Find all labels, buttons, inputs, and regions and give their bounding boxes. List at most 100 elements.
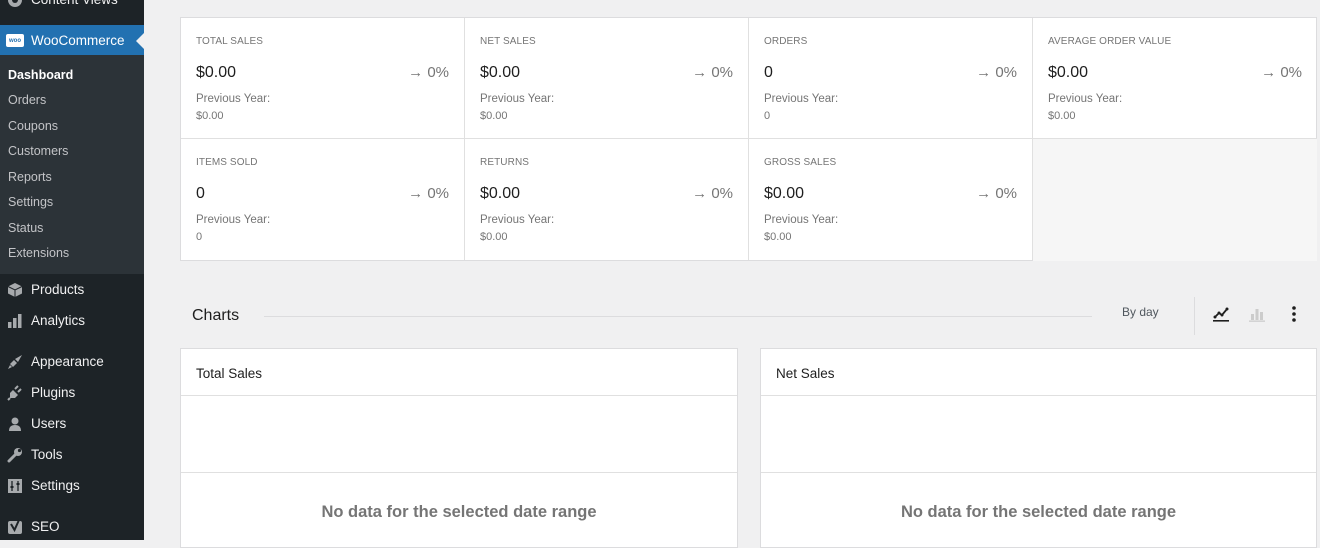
sidebar-item-label: Analytics <box>31 313 86 328</box>
stat-prev-value: $0.00 <box>480 231 508 243</box>
sidebar-item-label: Content Views <box>31 0 118 7</box>
stat-prev-label: Previous Year: <box>764 93 839 105</box>
sliders-icon <box>6 477 24 495</box>
wrench-icon <box>6 446 24 464</box>
box-icon <box>6 281 24 299</box>
chart-panel-total-sales: Total Sales No data for the selected dat… <box>180 348 738 548</box>
stat-prev-value: $0.00 <box>1048 110 1076 122</box>
sidebar-item-settings[interactable]: Settings <box>0 470 144 501</box>
submenu-item-reports[interactable]: Reports <box>8 170 52 184</box>
stat-value: 0 <box>764 64 773 81</box>
submenu-item-status[interactable]: Status <box>8 221 43 235</box>
section-divider <box>264 316 1092 317</box>
stat-value: $0.00 <box>480 185 521 202</box>
stat-label: ORDERS <box>764 36 808 47</box>
divider <box>761 472 1316 473</box>
performance-stats: TOTAL SALES $0.00 → 0% Previous Year: $0… <box>180 17 1317 261</box>
stat-orders[interactable]: ORDERS 0 → 0% Previous Year: 0 <box>749 18 1033 139</box>
stat-total-sales[interactable]: TOTAL SALES $0.00 → 0% Previous Year: $0… <box>181 18 465 139</box>
arrow-right-icon: → <box>408 185 428 202</box>
stat-delta: → 0% <box>408 185 449 202</box>
more-options-button[interactable] <box>1283 303 1305 325</box>
admin-sidebar: Content Views woo WooCommerce Dashboard … <box>0 0 144 540</box>
stat-prev-label: Previous Year: <box>1048 93 1123 105</box>
stat-value: $0.00 <box>480 64 521 81</box>
submenu-item-coupons[interactable]: Coupons <box>8 119 58 133</box>
submenu-item-extensions[interactable]: Extensions <box>8 246 69 260</box>
stat-average-order-value[interactable]: AVERAGE ORDER VALUE $0.00 → 0% Previous … <box>1033 18 1317 139</box>
woo-icon: woo <box>6 32 24 50</box>
sidebar-item-plugins[interactable]: Plugins <box>0 377 144 408</box>
stat-label: TOTAL SALES <box>196 36 264 47</box>
yoast-icon <box>6 518 24 536</box>
empty-state-message: No data for the selected date range <box>321 503 597 521</box>
bar-chart-icon <box>1249 309 1265 322</box>
sidebar-item-content-views[interactable]: Content Views <box>0 0 144 15</box>
stat-delta: → 0% <box>976 64 1017 81</box>
content-views-icon <box>6 0 24 9</box>
stat-prev-value: 0 <box>764 110 771 122</box>
stat-gross-sales[interactable]: GROSS SALES $0.00 → 0% Previous Year: $0… <box>749 139 1033 260</box>
sidebar-item-analytics[interactable]: Analytics <box>0 305 144 336</box>
submenu-item-settings[interactable]: Settings <box>8 195 53 209</box>
stat-net-sales[interactable]: NET SALES $0.00 → 0% Previous Year: $0.0… <box>465 18 749 139</box>
submenu-item-customers[interactable]: Customers <box>8 144 68 158</box>
stat-delta: → 0% <box>408 64 449 81</box>
empty-state-message: No data for the selected date range <box>900 503 1177 521</box>
stat-prev-label: Previous Year: <box>480 214 555 226</box>
stat-prev-label: Previous Year: <box>196 214 271 226</box>
more-vertical-icon <box>1292 306 1296 322</box>
stat-label: NET SALES <box>480 36 536 47</box>
divider <box>181 395 737 396</box>
stat-prev-value: 0 <box>196 231 203 243</box>
sidebar-item-label: Settings <box>31 478 80 493</box>
bar-chart-icon <box>6 312 24 330</box>
line-chart-icon <box>1213 307 1229 322</box>
woocommerce-submenu: Dashboard Orders Coupons Customers Repor… <box>0 55 144 274</box>
toolbar-divider <box>1194 297 1195 335</box>
interval-select[interactable]: By day <box>1122 305 1159 319</box>
arrow-right-icon: → <box>692 64 712 81</box>
sidebar-item-tools[interactable]: Tools <box>0 439 144 470</box>
stat-delta: → 0% <box>976 185 1017 202</box>
active-indicator <box>136 33 144 49</box>
stat-value: $0.00 <box>196 64 237 81</box>
sidebar-item-products[interactable]: Products <box>0 274 144 305</box>
stat-empty-cell <box>1033 139 1317 261</box>
stat-prev-value: $0.00 <box>480 110 508 122</box>
stat-delta: → 0% <box>1261 64 1302 81</box>
sidebar-item-label: SEO <box>31 519 60 534</box>
paintbrush-icon <box>6 353 24 371</box>
stat-label: RETURNS <box>480 157 530 168</box>
submenu-item-dashboard[interactable]: Dashboard <box>8 68 73 82</box>
submenu-item-orders[interactable]: Orders <box>8 93 46 107</box>
arrow-right-icon: → <box>692 185 712 202</box>
arrow-right-icon: → <box>1261 64 1281 81</box>
stat-delta: → 0% <box>692 64 733 81</box>
stat-label: AVERAGE ORDER VALUE <box>1048 36 1172 47</box>
arrow-right-icon: → <box>408 64 428 81</box>
stat-value: 0 <box>196 185 205 202</box>
stat-prev-label: Previous Year: <box>480 93 555 105</box>
sidebar-item-users[interactable]: Users <box>0 408 144 439</box>
stat-value: $0.00 <box>764 185 805 202</box>
arrow-right-icon: → <box>976 185 996 202</box>
stat-delta: → 0% <box>692 185 733 202</box>
charts-section-title: Charts <box>192 307 240 324</box>
sidebar-item-woocommerce[interactable]: woo WooCommerce <box>0 25 144 56</box>
stat-returns[interactable]: RETURNS $0.00 → 0% Previous Year: $0.00 <box>465 139 749 260</box>
sidebar-item-label: Tools <box>31 447 63 462</box>
sidebar-item-label: Users <box>31 416 67 431</box>
bar-chart-button[interactable] <box>1246 303 1268 325</box>
plug-icon <box>6 384 24 402</box>
stat-items-sold[interactable]: ITEMS SOLD 0 → 0% Previous Year: 0 <box>181 139 465 260</box>
chart-panel-title: Total Sales <box>196 366 263 381</box>
sidebar-item-label: Appearance <box>31 354 104 369</box>
stat-label: GROSS SALES <box>764 157 837 168</box>
sidebar-item-seo[interactable]: SEO <box>0 511 144 542</box>
chart-panel-title: Net Sales <box>776 366 835 381</box>
line-chart-button[interactable] <box>1210 303 1232 325</box>
sidebar-item-appearance[interactable]: Appearance <box>0 346 144 377</box>
chart-panel-net-sales: Net Sales No data for the selected date … <box>760 348 1317 548</box>
divider <box>181 472 737 473</box>
